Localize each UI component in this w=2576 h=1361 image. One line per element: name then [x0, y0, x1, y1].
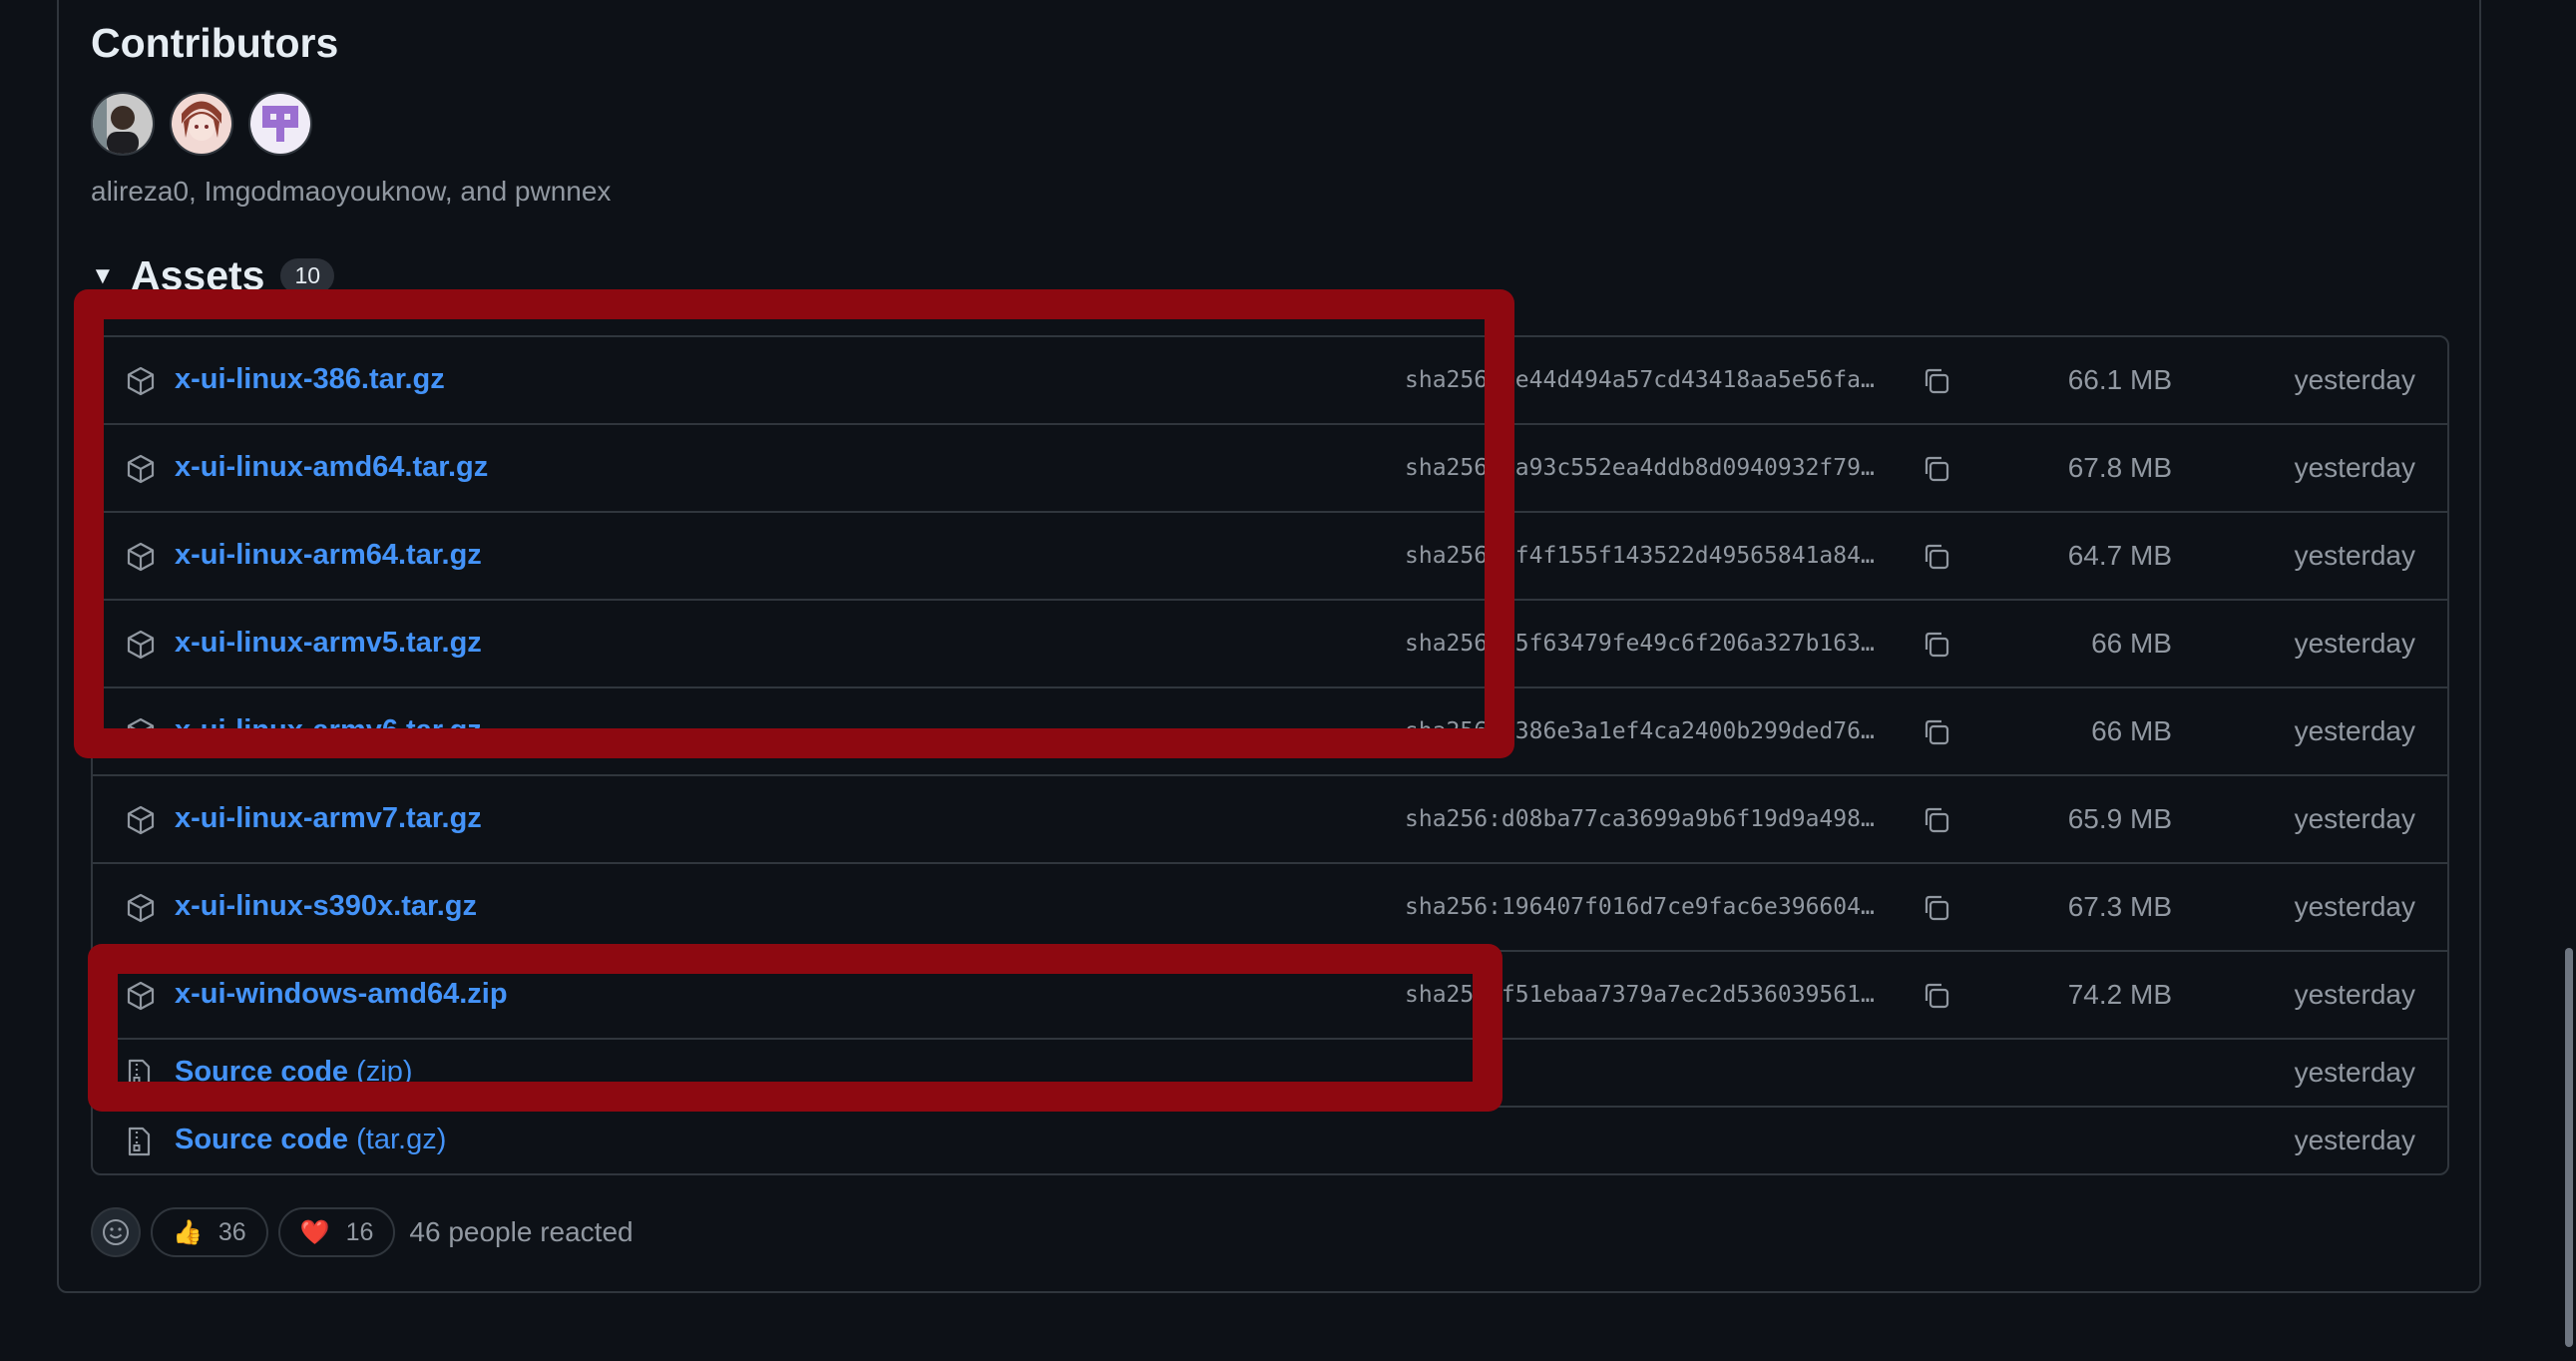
asset-row: x-ui-linux-s390x.tar.gz sha256:196407f016…: [93, 864, 2447, 952]
asset-row: x-ui-linux-armv7.tar.gz sha256:d08ba77ca3…: [93, 776, 2447, 864]
source-code-date: yesterday: [2294, 1125, 2415, 1155]
package-icon: [125, 980, 157, 1017]
package-icon: [125, 804, 157, 841]
asset-date: yesterday: [2294, 803, 2415, 834]
source-code-label: Source code: [175, 1124, 349, 1155]
asset-download-link[interactable]: x-ui-linux-s390x.tar.gz: [175, 890, 477, 923]
source-code-format: (tar.gz): [356, 1124, 447, 1155]
asset-sha256: sha256:f5f63479fe49c6f206a327b163…: [1405, 631, 1875, 657]
copy-icon[interactable]: [1921, 804, 1952, 841]
source-code-label: Source code: [175, 1056, 349, 1088]
heart-count: 16: [345, 1217, 374, 1246]
heart-icon: ❤️: [299, 1218, 330, 1246]
asset-sha256: sha256:f51ebaa7379a7ec2d536039561…: [1405, 982, 1875, 1008]
assets-list: x-ui-linux-386.tar.gz sha256:5e44d494a57c…: [91, 335, 2449, 1175]
asset-date: yesterday: [2294, 452, 2415, 483]
source-code-link[interactable]: Source code (zip): [175, 1056, 413, 1089]
asset-download-link[interactable]: x-ui-linux-armv7.tar.gz: [175, 802, 482, 835]
package-icon: [125, 453, 157, 490]
scrollbar-thumb[interactable]: [2565, 948, 2573, 1347]
smiley-icon: [103, 1219, 129, 1245]
source-code-row: Source code (tar.gz) yesterday: [93, 1108, 2447, 1173]
source-code-link[interactable]: Source code (tar.gz): [175, 1124, 446, 1156]
copy-icon[interactable]: [1921, 453, 1952, 490]
asset-row: x-ui-linux-arm64.tar.gz sha256:6f4f155f14…: [93, 513, 2447, 601]
reaction-thumbs-up[interactable]: 👍 36: [151, 1207, 268, 1257]
asset-size: 66 MB: [2091, 628, 2172, 659]
asset-row: x-ui-windows-amd64.zip sha256:f51ebaa7379…: [93, 952, 2447, 1040]
asset-date: yesterday: [2294, 628, 2415, 659]
avatar-alireza0[interactable]: [91, 92, 155, 156]
asset-sha256: sha256:6f4f155f143522d49565841a84…: [1405, 543, 1875, 569]
asset-sha256: sha256:ca93c552ea4ddb8d0940932f79…: [1405, 455, 1875, 481]
copy-icon[interactable]: [1921, 365, 1952, 402]
asset-sha256: sha256:d08ba77ca3699a9b6f19d9a498…: [1405, 806, 1875, 832]
assets-count-badge: 10: [280, 258, 335, 293]
reaction-heart[interactable]: ❤️ 16: [277, 1207, 396, 1257]
assets-toggle[interactable]: ▼ Assets 10: [91, 252, 335, 299]
contributors-avatars: [91, 92, 312, 156]
package-icon: [125, 541, 157, 578]
asset-size: 67.3 MB: [2067, 891, 2172, 922]
asset-row: x-ui-linux-amd64.tar.gz sha256:ca93c552ea…: [93, 425, 2447, 513]
source-code-date: yesterday: [2294, 1057, 2415, 1088]
package-icon: [125, 629, 157, 666]
asset-size: 66.1 MB: [2067, 364, 2172, 395]
package-icon: [125, 716, 157, 753]
copy-icon[interactable]: [1921, 541, 1952, 578]
asset-download-link[interactable]: x-ui-linux-386.tar.gz: [175, 363, 445, 396]
asset-download-link[interactable]: x-ui-linux-amd64.tar.gz: [175, 451, 488, 484]
asset-size: 66 MB: [2091, 715, 2172, 746]
asset-size: 65.9 MB: [2067, 803, 2172, 834]
file-zip-icon: [125, 1126, 153, 1162]
copy-icon[interactable]: [1921, 629, 1952, 666]
copy-icon[interactable]: [1921, 980, 1952, 1017]
page-scrollbar[interactable]: [2562, 0, 2576, 1361]
contributors-names: alireza0, Imgodmaoyouknow, and pwnnex: [91, 176, 612, 207]
avatar-pwnnex[interactable]: [248, 92, 312, 156]
asset-sha256: sha256:5e44d494a57cd43418aa5e56fa…: [1405, 367, 1875, 393]
asset-download-link[interactable]: x-ui-linux-arm64.tar.gz: [175, 539, 482, 572]
file-zip-icon: [125, 1058, 153, 1095]
asset-sha256: sha256:8386e3a1ef4ca2400b299ded76…: [1405, 718, 1875, 744]
asset-row: x-ui-linux-386.tar.gz sha256:5e44d494a57c…: [93, 337, 2447, 425]
asset-download-link[interactable]: x-ui-windows-amd64.zip: [175, 978, 508, 1011]
asset-date: yesterday: [2294, 364, 2415, 395]
asset-download-link[interactable]: x-ui-linux-armv5.tar.gz: [175, 627, 482, 660]
asset-size: 74.2 MB: [2067, 979, 2172, 1010]
package-icon: [125, 365, 157, 402]
asset-size: 67.8 MB: [2067, 452, 2172, 483]
assets-heading: Assets: [131, 252, 265, 298]
reactions-bar: 👍 36 ❤️ 16 46 people reacted: [91, 1207, 634, 1257]
asset-date: yesterday: [2294, 715, 2415, 746]
avatar-imgodmaoyouknow[interactable]: [170, 92, 233, 156]
asset-row: x-ui-linux-armv5.tar.gz sha256:f5f63479fe…: [93, 601, 2447, 688]
thumbs-up-icon: 👍: [173, 1218, 203, 1246]
caret-down-icon: ▼: [91, 261, 115, 289]
asset-size: 64.7 MB: [2067, 540, 2172, 571]
asset-download-link[interactable]: x-ui-linux-armv6.tar.gz: [175, 714, 482, 747]
asset-date: yesterday: [2294, 540, 2415, 571]
copy-icon[interactable]: [1921, 716, 1952, 753]
asset-date: yesterday: [2294, 891, 2415, 922]
package-icon: [125, 892, 157, 929]
source-code-row: Source code (zip) yesterday: [93, 1040, 2447, 1108]
source-code-format: (zip): [356, 1056, 413, 1088]
copy-icon[interactable]: [1921, 892, 1952, 929]
asset-date: yesterday: [2294, 979, 2415, 1010]
add-reaction-button[interactable]: [91, 1207, 141, 1257]
contributors-heading: Contributors: [91, 20, 339, 66]
reactions-summary[interactable]: 46 people reacted: [409, 1216, 633, 1248]
asset-sha256: sha256:196407f016d7ce9fac6e396604…: [1405, 894, 1875, 920]
thumbs-up-count: 36: [217, 1217, 246, 1246]
asset-row: x-ui-linux-armv6.tar.gz sha256:8386e3a1ef…: [93, 688, 2447, 776]
